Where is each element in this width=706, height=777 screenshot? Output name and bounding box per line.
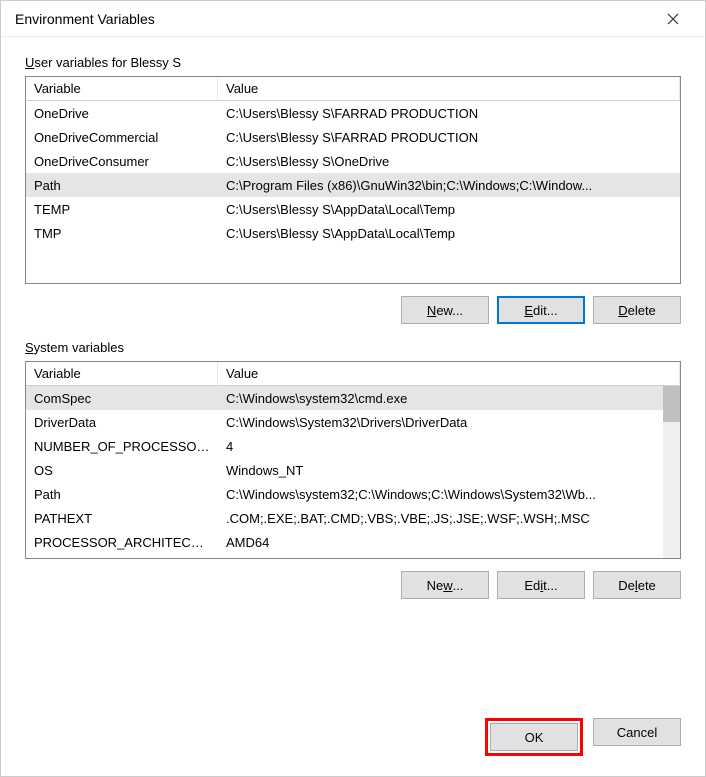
dialog-footer: OK Cancel — [1, 718, 705, 776]
sys-table-header: Variable Value — [26, 362, 680, 386]
ok-highlight: OK — [485, 718, 583, 756]
cell-value: 4 — [218, 436, 680, 457]
scrollbar-thumb[interactable] — [663, 386, 680, 422]
table-row[interactable]: ComSpecC:\Windows\system32\cmd.exe — [26, 386, 680, 410]
col-variable[interactable]: Variable — [26, 77, 218, 100]
cell-value: C:\Users\Blessy S\FARRAD PRODUCTION — [218, 127, 680, 148]
cell-value: C:\Program Files (x86)\GnuWin32\bin;C:\W… — [218, 175, 680, 196]
col-value[interactable]: Value — [218, 77, 680, 100]
env-vars-dialog: Environment Variables User variables for… — [0, 0, 706, 777]
user-variables-group: User variables for Blessy S Variable Val… — [25, 55, 681, 324]
cell-value: .COM;.EXE;.BAT;.CMD;.VBS;.VBE;.JS;.JSE;.… — [218, 508, 680, 529]
cell-value: C:\Users\Blessy S\AppData\Local\Temp — [218, 199, 680, 220]
close-icon[interactable] — [653, 1, 693, 37]
system-variables-label: System variables — [25, 340, 681, 355]
col-value[interactable]: Value — [218, 362, 680, 385]
user-variables-table: Variable Value OneDriveC:\Users\Blessy S… — [25, 76, 681, 284]
cell-variable: TEMP — [26, 199, 218, 220]
scrollbar[interactable] — [663, 386, 680, 558]
cell-variable: PROCESSOR_ARCHITECTU... — [26, 532, 218, 553]
user-variables-label: User variables for Blessy S — [25, 55, 681, 70]
cell-value: C:\Windows\system32\cmd.exe — [218, 388, 680, 409]
col-variable[interactable]: Variable — [26, 362, 218, 385]
sys-edit-button[interactable]: Edit... — [497, 571, 585, 599]
sys-table-body: ComSpecC:\Windows\system32\cmd.exeDriver… — [26, 386, 680, 558]
cell-variable: NUMBER_OF_PROCESSORS — [26, 436, 218, 457]
table-row[interactable]: TMPC:\Users\Blessy S\AppData\Local\Temp — [26, 221, 680, 245]
system-variables-group: System variables Variable Value ComSpecC… — [25, 340, 681, 599]
cell-value: Windows_NT — [218, 460, 680, 481]
table-row[interactable]: TEMPC:\Users\Blessy S\AppData\Local\Temp — [26, 197, 680, 221]
table-row[interactable]: NUMBER_OF_PROCESSORS4 — [26, 434, 680, 458]
user-buttons: New... Edit... Delete — [25, 296, 681, 324]
sys-new-button[interactable]: New... — [401, 571, 489, 599]
user-new-button[interactable]: New... — [401, 296, 489, 324]
cell-variable: OneDriveCommercial — [26, 127, 218, 148]
cell-variable: Path — [26, 484, 218, 505]
user-edit-button[interactable]: Edit... — [497, 296, 585, 324]
cell-value: C:\Users\Blessy S\OneDrive — [218, 151, 680, 172]
cell-variable: OneDriveConsumer — [26, 151, 218, 172]
cell-variable: DriverData — [26, 412, 218, 433]
sys-delete-button[interactable]: Delete — [593, 571, 681, 599]
table-row[interactable]: OSWindows_NT — [26, 458, 680, 482]
window-title: Environment Variables — [15, 11, 653, 27]
cell-variable: Path — [26, 175, 218, 196]
cell-value: C:\Users\Blessy S\AppData\Local\Temp — [218, 223, 680, 244]
dialog-body: User variables for Blessy S Variable Val… — [1, 37, 705, 718]
user-delete-button[interactable]: Delete — [593, 296, 681, 324]
ok-button[interactable]: OK — [490, 723, 578, 751]
system-buttons: New... Edit... Delete — [25, 571, 681, 599]
cell-value: C:\Windows\System32\Drivers\DriverData — [218, 412, 680, 433]
table-row[interactable]: PathC:\Program Files (x86)\GnuWin32\bin;… — [26, 173, 680, 197]
cell-variable: PATHEXT — [26, 508, 218, 529]
table-row[interactable]: OneDriveCommercialC:\Users\Blessy S\FARR… — [26, 125, 680, 149]
cell-value: AMD64 — [218, 532, 680, 553]
table-row[interactable]: PATHEXT.COM;.EXE;.BAT;.CMD;.VBS;.VBE;.JS… — [26, 506, 680, 530]
cell-variable: OS — [26, 460, 218, 481]
table-row[interactable]: OneDriveConsumerC:\Users\Blessy S\OneDri… — [26, 149, 680, 173]
table-row[interactable]: PROCESSOR_ARCHITECTU...AMD64 — [26, 530, 680, 554]
cell-variable: OneDrive — [26, 103, 218, 124]
user-table-header: Variable Value — [26, 77, 680, 101]
system-variables-table: Variable Value ComSpecC:\Windows\system3… — [25, 361, 681, 559]
cancel-button[interactable]: Cancel — [593, 718, 681, 746]
titlebar: Environment Variables — [1, 1, 705, 37]
table-row[interactable]: PathC:\Windows\system32;C:\Windows;C:\Wi… — [26, 482, 680, 506]
table-row[interactable]: OneDriveC:\Users\Blessy S\FARRAD PRODUCT… — [26, 101, 680, 125]
table-row[interactable]: DriverDataC:\Windows\System32\Drivers\Dr… — [26, 410, 680, 434]
cell-variable: TMP — [26, 223, 218, 244]
cell-value: C:\Windows\system32;C:\Windows;C:\Window… — [218, 484, 680, 505]
cell-value: C:\Users\Blessy S\FARRAD PRODUCTION — [218, 103, 680, 124]
user-table-body: OneDriveC:\Users\Blessy S\FARRAD PRODUCT… — [26, 101, 680, 283]
cell-variable: ComSpec — [26, 388, 218, 409]
